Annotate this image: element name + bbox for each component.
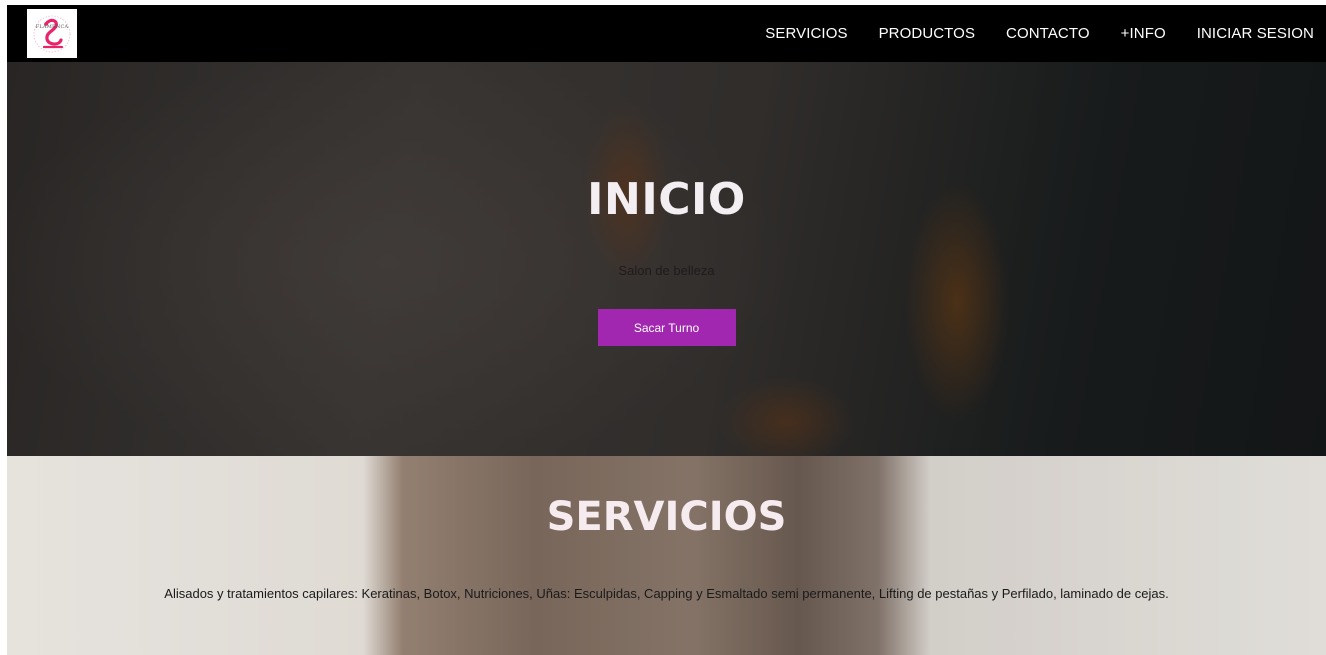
services-background-image <box>7 456 1326 655</box>
sacar-turno-button[interactable]: Sacar Turno <box>597 309 736 346</box>
logo-text: FLAMENCA <box>35 24 69 30</box>
services-description: Alisados y tratamientos capilares: Kerat… <box>164 586 1169 601</box>
hero-subtitle: Salon de belleza <box>618 263 715 278</box>
services-section: SERVICIOS Alisados y tratamientos capila… <box>7 456 1326 655</box>
nav-link-productos[interactable]: PRODUCTOS <box>879 25 975 42</box>
hero-title: INICIO <box>587 174 746 225</box>
top-navbar: FLAMENCA SERVICIOS PRODUCTOS CONTACTO +I… <box>7 5 1326 62</box>
services-title: SERVICIOS <box>546 494 787 540</box>
nav-link-iniciar-sesion[interactable]: INICIAR SESION <box>1197 25 1314 42</box>
nav-link-contacto[interactable]: CONTACTO <box>1006 25 1090 42</box>
nav-links: SERVICIOS PRODUCTOS CONTACTO +INFO INICI… <box>734 5 1326 62</box>
hero-content: INICIO Salon de belleza Sacar Turno <box>7 62 1326 456</box>
brand-logo[interactable]: FLAMENCA <box>27 9 77 58</box>
nav-link-servicios[interactable]: SERVICIOS <box>765 25 847 42</box>
hero-section: INICIO Salon de belleza Sacar Turno <box>7 62 1326 456</box>
flamingo-logo-icon <box>33 15 71 52</box>
nav-link-info[interactable]: +INFO <box>1121 25 1166 42</box>
